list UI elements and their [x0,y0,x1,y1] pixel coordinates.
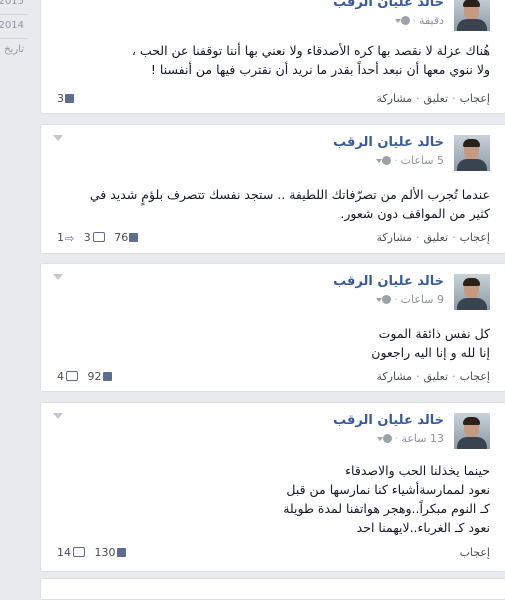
post-meta: 5 ساعات· [373,154,444,167]
like-icon [116,548,126,557]
like-count[interactable]: 3 [57,92,74,105]
comment-icon [66,371,78,381]
post-actions: إعجاب·تعليق·مشاركة 4 92 [57,370,490,383]
comment-button[interactable]: تعليق [424,92,449,105]
feed-post: خالد عليان الرقب 5 ساعات· عندما تُجرب ال… [40,124,505,254]
caret-down-icon[interactable] [394,19,401,23]
post-text-line: كـ النوم مبكراً..وهجر هواتفنا لمدة طويلة [283,501,490,516]
like-count[interactable]: 76 [114,231,139,244]
post-text-line: حينما يخذلنا الحب والاصدقاء [345,463,490,478]
post-meta: 9 ساعات· [373,293,444,306]
globe-icon[interactable] [382,295,392,304]
post-text-line: كل نفس ذائقة الموت [378,326,490,341]
share-button[interactable]: مشاركة [377,370,413,383]
comment-icon [73,547,85,557]
post-text: عندما تُجرب الألم من تصرّفاتك اللطيفة ..… [57,185,490,223]
author-name[interactable]: خالد عليان الرقب [333,274,444,289]
avatar[interactable] [454,274,490,310]
like-button[interactable]: إعجاب [460,370,490,383]
post-text: حينما يخذلنا الحب والاصدقاء نعود لممارسة… [57,461,490,537]
globe-icon[interactable] [400,16,410,25]
post-actions: إعجاب·تعليق·مشاركة 3 [57,92,490,105]
post-text-line: عندما تُجرب الألم من تصرّفاتك اللطيفة ..… [89,187,490,202]
post-counts: 14 130 [57,546,132,559]
year-link[interactable]: تاريخ [4,44,24,55]
post-meta: 13 ساعة· [374,432,444,445]
post-text-line: هُناك عزلة لا نقصد بها كره الأصدقاء ولا … [131,43,490,58]
like-icon [102,372,112,381]
year-link[interactable]: 2014 [0,20,24,31]
avatar[interactable] [454,0,490,31]
post-actions: إعجاب 14 130 [57,546,490,564]
feed-post: خالد عليان الرقب 13 ساعة· حينما يخذلنا ا… [40,402,505,572]
globe-icon[interactable] [382,156,392,165]
post-actions: إعجاب·تعليق·مشاركة 1⇨ 3 76 [57,231,490,245]
post-text-line: ولا ننوي معها أن نبعد أحداً بقدر ما نريد… [150,62,490,77]
post-text: هُناك عزلة لا نقصد بها كره الأصدقاء ولا … [57,41,490,79]
avatar[interactable] [454,413,490,449]
like-button[interactable]: إعجاب [460,231,490,244]
like-count[interactable]: 130 [95,546,126,559]
chevron-down-icon[interactable] [53,274,63,280]
comment-button[interactable]: تعليق [424,370,449,383]
chevron-down-icon[interactable] [53,135,63,141]
avatar[interactable] [454,135,490,171]
comment-button[interactable]: تعليق [424,231,449,244]
comment-count[interactable]: 4 [57,370,78,383]
post-time[interactable]: 5 ساعات [401,154,444,167]
author-name[interactable]: خالد عليان الرقب [333,0,444,10]
feed-post: خالد عليان الرقب 9 ساعات· كل نفس ذائقة ا… [40,263,505,392]
post-counts: 4 92 [57,370,118,383]
feed-post: خالد عليان الرقب دقيقة· هُناك عزلة لا نق… [40,0,505,114]
post-time[interactable]: 13 ساعة [401,432,444,445]
post-counts: 1⇨ 3 76 [57,231,144,245]
like-icon [129,233,139,242]
share-button[interactable]: مشاركة [377,92,413,105]
share-button[interactable]: مشاركة [377,231,413,244]
post-text-line: كثير من المواقف دون شعور. [340,206,490,221]
chevron-down-icon[interactable] [53,413,63,419]
post-text-line: نعود لممارسةأشياء كنا نمارسها من قبل [286,482,490,497]
post-time[interactable]: 9 ساعات [401,293,444,306]
like-count[interactable]: 92 [88,370,112,383]
share-arrow-icon: ⇨ [65,232,75,245]
share-count[interactable]: 1⇨ [57,231,75,245]
post-time[interactable]: دقيقة [419,14,444,27]
like-button[interactable]: إعجاب [460,546,490,559]
timeline-year-strip: 2015 2014 تاريخ [0,0,28,583]
like-icon [65,94,74,103]
post-counts: 3 [57,92,80,105]
author-name[interactable]: خالد عليان الرقب [333,135,444,150]
year-link[interactable]: 2015 [0,0,24,7]
author-name[interactable]: خالد عليان الرقب [333,413,444,428]
post-meta: دقيقة· [392,14,444,27]
divider [0,14,28,15]
comment-icon [92,232,105,242]
post-text-line: نعود كـ الغرباء..لايهمنا احد [356,520,490,535]
comment-count[interactable]: 3 [84,231,105,244]
comment-count[interactable]: 14 [57,546,85,559]
post-text: كل نفس ذائقة الموت إنا لله و إنا اليه را… [57,324,490,362]
like-button[interactable]: إعجاب [460,92,490,105]
feed-post [40,578,505,600]
post-text-line: إنا لله و إنا اليه راجعون [371,345,490,360]
globe-icon[interactable] [382,434,392,443]
divider [0,38,28,39]
